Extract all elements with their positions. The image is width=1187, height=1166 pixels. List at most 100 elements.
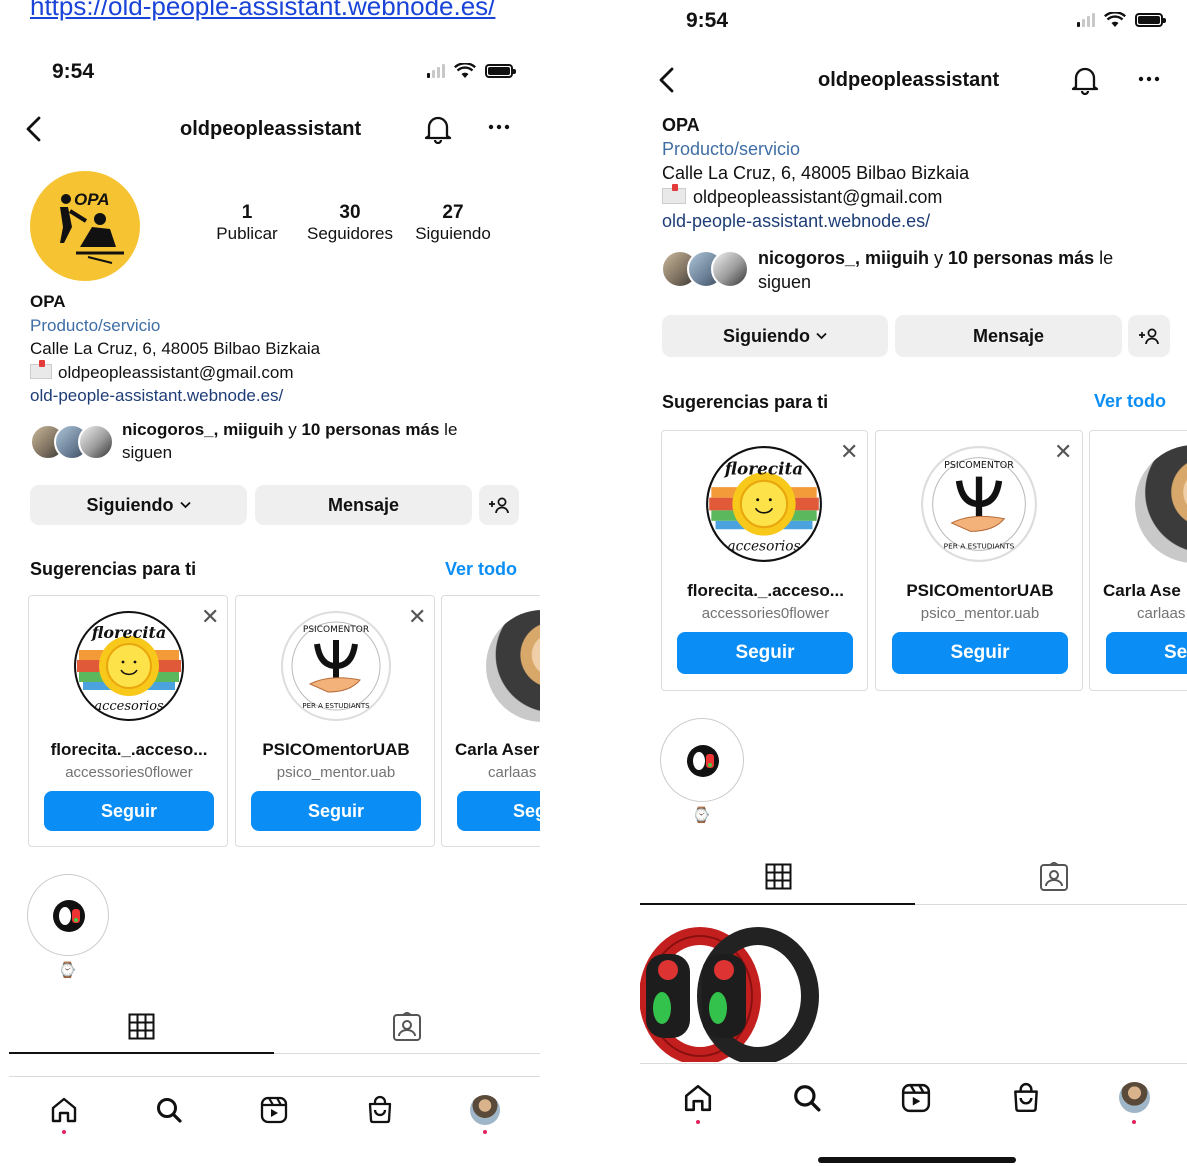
bio-website[interactable]: old-people-assistant.webnode.es/ [662,209,969,233]
bio-email-row[interactable]: oldpeopleassistant@gmail.com [30,359,320,385]
stat-followers[interactable]: 30 Seguidores [302,202,398,244]
card-avatar [1135,445,1187,563]
card-name: PSICOmentorUAB [262,740,410,759]
profile-icon[interactable] [470,1095,500,1125]
home-icon[interactable] [683,1083,713,1113]
reels-icon[interactable] [901,1083,931,1113]
follow-button[interactable]: Se [1106,632,1187,674]
following-button-label: Siguiendo [86,494,174,515]
stat-posts[interactable]: 1 Publicar [210,202,284,244]
wifi-icon [1104,12,1126,27]
message-button-label: Mensaje [972,325,1045,346]
followed-by-text[interactable]: nicogoros_, miiguih y 10 personas más le… [122,418,522,464]
search-icon[interactable] [155,1096,183,1124]
followed-by-users: nicogoros_, miiguih [122,420,284,439]
suggestion-card[interactable]: ✕ PSICOMENTOR PER A ESTUDIANTS PSICOment… [235,595,435,847]
card-handle: carlaas [1137,605,1186,622]
suggestion-card[interactable]: Carla Aser carlaas Seguir [441,595,548,847]
see-all-link[interactable]: Ver todo [445,559,517,580]
message-button[interactable]: Mensaje [255,485,472,525]
grid-icon[interactable] [765,863,792,890]
followed-by-suffix2: siguen [122,443,173,462]
see-all-link[interactable]: Ver todo [1094,391,1166,412]
search-icon[interactable] [792,1083,822,1113]
stat-following-value: 27 [442,202,464,223]
suggestion-card[interactable]: ✕ florecita accesorios florecita._.acces… [28,595,228,847]
following-button[interactable]: Siguiendo [30,485,247,525]
story-highlight[interactable] [660,718,744,802]
card-handle: carlaas [488,764,537,781]
close-icon[interactable]: ✕ [408,606,426,628]
followers-avatars[interactable] [661,250,749,290]
chevron-down-icon [179,501,191,509]
watch-icon [687,745,719,777]
add-person-button[interactable] [479,485,519,525]
follow-button[interactable]: Seguir [251,791,421,831]
bio-category[interactable]: Producto/servicio [662,137,969,161]
card-name: Carla Ase [1103,581,1181,600]
shop-icon[interactable] [1011,1082,1041,1114]
bio-address[interactable]: Calle La Cruz, 6, 48005 Bilbao Bizkaia [30,337,320,361]
bio-address[interactable]: Calle La Cruz, 6, 48005 Bilbao Bizkaia [662,161,969,185]
followed-by-users: nicogoros_, miiguih [758,248,930,268]
more-icon[interactable] [1138,76,1160,82]
message-button-label: Mensaje [327,494,400,515]
profile-notification-dot [483,1130,487,1134]
tagged-icon[interactable] [1039,862,1069,892]
card-name: florecita._.acceso... [687,581,844,600]
add-person-button[interactable] [1128,315,1170,357]
suggestion-card[interactable]: ✕ florecita accesorios florecita._.acces… [661,430,868,691]
wifi-icon [454,63,476,78]
followed-by-text[interactable]: nicogoros_, miiguih y 10 personas más le… [758,246,1178,294]
follow-button[interactable]: Seguir [457,791,548,831]
envelope-icon [662,184,686,204]
status-time: 9:54 [686,9,729,32]
followers-avatars[interactable] [30,422,114,462]
logo-text-bottom: accesorios [727,538,800,554]
follow-button[interactable]: Seguir [677,632,853,674]
following-button[interactable]: Siguiendo [662,315,888,357]
close-icon[interactable]: ✕ [1054,441,1072,463]
close-icon[interactable]: ✕ [840,441,858,463]
stat-following[interactable]: 27 Siguiendo [410,202,496,244]
tagged-icon[interactable] [392,1012,422,1042]
more-icon[interactable] [488,124,510,130]
logo-text: OPA [74,190,110,209]
stat-following-label: Siguiendo [415,224,491,243]
home-icon[interactable] [50,1096,78,1124]
message-button[interactable]: Mensaje [895,315,1122,357]
bell-icon[interactable] [424,114,452,144]
suggestions-title: Sugerencias para ti [30,559,197,579]
follow-button[interactable]: Seguir [44,791,214,831]
status-time: 9:54 [52,60,95,83]
close-icon[interactable]: ✕ [201,606,219,628]
suggestion-card[interactable]: Carla Ase carlaas Se [1089,430,1187,691]
reels-icon[interactable] [260,1096,288,1124]
profile-icon[interactable] [1119,1082,1150,1113]
chevron-down-icon [816,332,827,340]
add-person-icon [489,497,509,514]
florecita-logo-icon: florecita accesorios [706,446,822,562]
bell-icon[interactable] [1071,65,1099,95]
profile-avatar[interactable]: OPA [30,171,140,281]
home-indicator[interactable] [818,1157,1016,1163]
followed-by-connector: y [283,420,302,439]
psicomentor-logo-icon: PSICOMENTOR PER A ESTUDIANTS [921,446,1037,562]
post-thumbnail[interactable] [640,908,822,1065]
bio: OPA Producto/servicio Calle La Cruz, 6, … [662,113,969,233]
top-url-link[interactable]: https://old-people-assistant.webnode.es/ [30,0,495,22]
suggestion-card[interactable]: ✕ PSICOMENTOR PER A ESTUDIANTS PSICOment… [875,430,1083,691]
follow-button[interactable]: Seguir [892,632,1068,674]
shop-icon[interactable] [366,1095,394,1125]
bio-email-row[interactable]: oldpeopleassistant@gmail.com [662,184,969,209]
profile-username: oldpeopleassistant [818,69,1000,91]
grid-icon[interactable] [128,1013,155,1040]
stat-followers-value: 30 [339,202,361,223]
highlight-label: ⌚ [692,807,711,824]
bio-website[interactable]: old-people-assistant.webnode.es/ [30,384,320,408]
back-icon[interactable] [24,116,44,142]
bio-category[interactable]: Producto/servicio [30,314,320,338]
story-highlight[interactable] [27,874,109,956]
battery-icon [485,64,516,78]
back-icon[interactable] [657,67,677,93]
